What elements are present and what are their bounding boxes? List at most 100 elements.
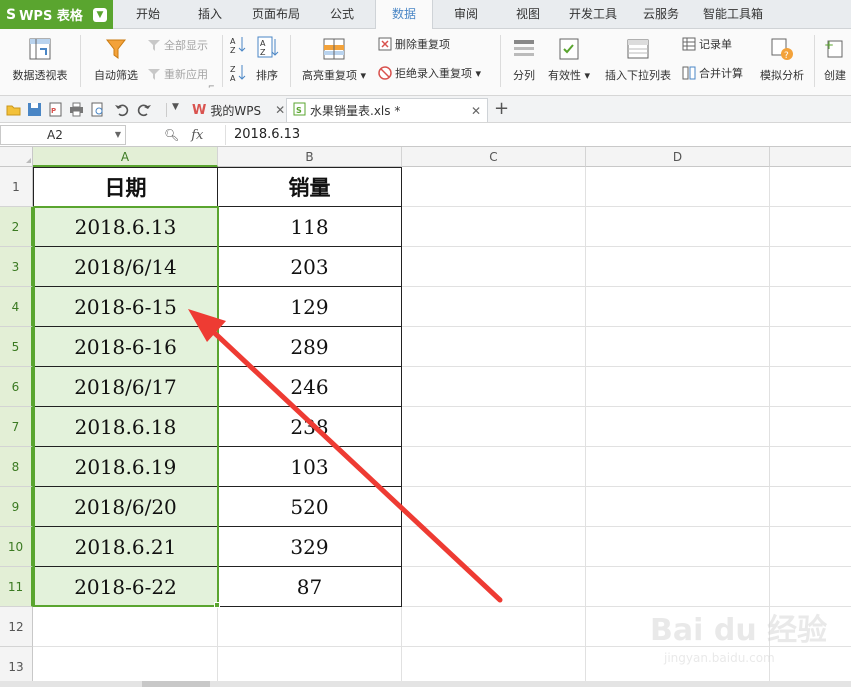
- table-cell[interactable]: 2018/6/14: [33, 247, 218, 287]
- table-cell[interactable]: [586, 567, 770, 607]
- chevron-down-icon[interactable]: ▼: [115, 126, 121, 144]
- reject-duplicates-button[interactable]: 拒绝录入重复项 ▾: [378, 65, 481, 81]
- pivot-table-button[interactable]: 数据透视表: [8, 37, 72, 83]
- qat-more-icon[interactable]: ▼: [172, 102, 179, 112]
- column-header-c[interactable]: C: [402, 147, 586, 167]
- column-header-d[interactable]: D: [586, 147, 770, 167]
- undo-icon[interactable]: [114, 102, 129, 117]
- row-header[interactable]: 1: [0, 167, 33, 207]
- close-icon[interactable]: ✕: [471, 104, 481, 118]
- tab-review[interactable]: 审阅: [442, 0, 490, 29]
- table-cell[interactable]: 2018.6.13: [33, 207, 218, 247]
- row-header[interactable]: 12: [0, 607, 33, 647]
- column-header-e[interactable]: [770, 147, 851, 167]
- fx-icon[interactable]: fx: [191, 128, 203, 143]
- table-cell[interactable]: 520: [218, 487, 402, 527]
- app-logo[interactable]: S WPS 表格 ▼: [0, 0, 113, 29]
- save-icon[interactable]: [27, 102, 42, 117]
- row-header[interactable]: 8: [0, 447, 33, 487]
- table-cell[interactable]: [402, 527, 586, 567]
- table-cell[interactable]: [770, 367, 851, 407]
- table-cell[interactable]: [770, 247, 851, 287]
- tab-developer[interactable]: 开发工具: [560, 0, 626, 29]
- table-cell[interactable]: 129: [218, 287, 402, 327]
- column-header-b[interactable]: B: [218, 147, 402, 167]
- table-cell[interactable]: [770, 447, 851, 487]
- table-cell[interactable]: [770, 207, 851, 247]
- table-cell[interactable]: 203: [218, 247, 402, 287]
- table-cell[interactable]: [586, 527, 770, 567]
- table-cell[interactable]: [586, 367, 770, 407]
- table-cell[interactable]: 246: [218, 367, 402, 407]
- split-column-button[interactable]: 分列: [508, 37, 540, 83]
- new-tab-plus-icon[interactable]: +: [494, 98, 509, 119]
- table-cell[interactable]: [402, 487, 586, 527]
- merge-calc-button[interactable]: 合并计算: [682, 65, 743, 81]
- open-folder-icon[interactable]: [6, 102, 21, 117]
- simulate-analysis-button[interactable]: ? 模拟分析: [756, 37, 808, 83]
- table-cell[interactable]: 2018.6.18: [33, 407, 218, 447]
- table-cell[interactable]: 2018.6.21: [33, 527, 218, 567]
- horizontal-scrollbar[interactable]: [0, 681, 851, 687]
- table-cell[interactable]: [402, 327, 586, 367]
- tab-smart-tools[interactable]: 智能工具箱: [696, 0, 770, 29]
- record-form-button[interactable]: 记录单: [682, 36, 732, 52]
- tab-data[interactable]: 数据: [375, 0, 433, 30]
- table-cell[interactable]: 87: [218, 567, 402, 607]
- highlight-duplicates-button[interactable]: 高亮重复项 ▾: [298, 37, 370, 83]
- tab-formula[interactable]: 公式: [318, 0, 366, 29]
- table-cell[interactable]: [402, 407, 586, 447]
- row-header[interactable]: 9: [0, 487, 33, 527]
- table-cell[interactable]: [770, 327, 851, 367]
- show-all-button[interactable]: 全部显示: [147, 37, 208, 53]
- column-header-a[interactable]: A: [33, 147, 218, 167]
- table-cell[interactable]: [586, 327, 770, 367]
- table-cell[interactable]: [770, 487, 851, 527]
- row-header[interactable]: 11: [0, 567, 33, 607]
- table-cell[interactable]: [218, 607, 402, 647]
- tab-insert[interactable]: 插入: [186, 0, 234, 29]
- create-button[interactable]: + 创建: [824, 37, 851, 83]
- chevron-down-icon[interactable]: ▼: [93, 7, 107, 22]
- table-cell[interactable]: 238: [218, 407, 402, 447]
- row-header[interactable]: 6: [0, 367, 33, 407]
- zoom-search-icon[interactable]: 🔍︎: [164, 128, 179, 142]
- table-cell[interactable]: [586, 407, 770, 447]
- name-box[interactable]: A2 ▼: [0, 125, 126, 145]
- row-header[interactable]: 7: [0, 407, 33, 447]
- table-cell[interactable]: [586, 207, 770, 247]
- sort-asc-icon[interactable]: AZ: [230, 35, 246, 55]
- table-cell[interactable]: 329: [218, 527, 402, 567]
- tab-spreadsheet-file[interactable]: S 水果销量表.xls * ✕: [286, 98, 488, 122]
- table-cell[interactable]: 2018-6-16: [33, 327, 218, 367]
- insert-dropdown-list-button[interactable]: 插入下拉列表: [600, 37, 676, 83]
- formula-input[interactable]: 2018.6.13: [225, 125, 300, 145]
- print-icon[interactable]: [69, 102, 84, 117]
- row-header[interactable]: 10: [0, 527, 33, 567]
- table-cell[interactable]: [586, 487, 770, 527]
- table-cell[interactable]: 2018/6/20: [33, 487, 218, 527]
- table-cell[interactable]: [402, 167, 586, 207]
- table-cell[interactable]: 2018.6.19: [33, 447, 218, 487]
- table-cell[interactable]: [770, 527, 851, 567]
- table-cell[interactable]: [586, 287, 770, 327]
- table-cell[interactable]: [402, 607, 586, 647]
- table-cell[interactable]: 289: [218, 327, 402, 367]
- row-header[interactable]: 3: [0, 247, 33, 287]
- select-all-corner[interactable]: [0, 147, 33, 167]
- table-cell[interactable]: [586, 167, 770, 207]
- table-cell[interactable]: 2018/6/17: [33, 367, 218, 407]
- tab-page-layout[interactable]: 页面布局: [244, 0, 308, 29]
- tab-view[interactable]: 视图: [504, 0, 552, 29]
- table-cell[interactable]: [770, 287, 851, 327]
- table-cell[interactable]: [402, 287, 586, 327]
- export-pdf-icon[interactable]: P: [48, 102, 63, 117]
- table-cell[interactable]: [33, 607, 218, 647]
- sort-button[interactable]: AZ 排序: [252, 35, 282, 83]
- tab-my-wps[interactable]: W 我的WPS ✕: [186, 98, 291, 122]
- tab-home[interactable]: 开始: [122, 0, 174, 29]
- table-cell[interactable]: [770, 167, 851, 207]
- validity-button[interactable]: 有效性 ▾: [544, 37, 594, 83]
- table-cell[interactable]: [586, 247, 770, 287]
- print-preview-icon[interactable]: [90, 102, 105, 117]
